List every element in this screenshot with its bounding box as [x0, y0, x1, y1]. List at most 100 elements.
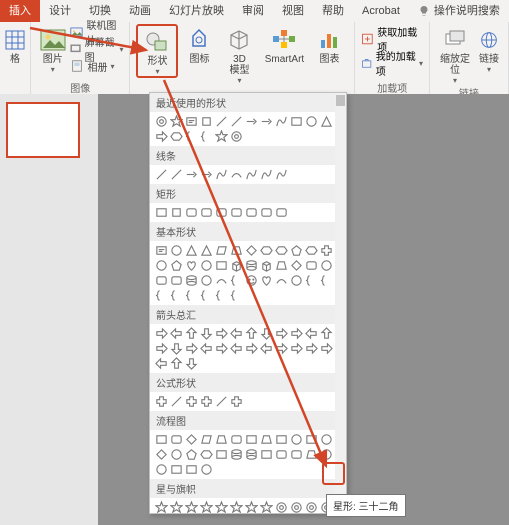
shape-sec-basic-33[interactable] [289, 273, 304, 288]
shape-sec-arrows-11[interactable] [319, 326, 334, 341]
icons-button[interactable]: 图标 [180, 24, 218, 65]
tab-design[interactable]: 设计 [40, 0, 80, 22]
shape-sec-basic-2[interactable] [184, 243, 199, 258]
tab-help[interactable]: 帮助 [313, 0, 353, 22]
table-button-partial[interactable]: 格 [0, 24, 34, 65]
link-button[interactable]: 链接 ▾ [476, 24, 502, 74]
shape-sec-eq-5[interactable] [229, 394, 244, 409]
shape-sec-flow-24[interactable] [154, 462, 169, 477]
shape-sec-flow-3[interactable] [199, 432, 214, 447]
shape-sec-basic-24[interactable] [154, 273, 169, 288]
shape-sec-arrows-8[interactable] [274, 326, 289, 341]
shape-sec-stars-3[interactable] [199, 500, 214, 514]
shape-sec-basic-30[interactable] [244, 273, 259, 288]
my-addins[interactable]: 我的加载项 ▾ [361, 54, 423, 72]
shape-sec-recent-5[interactable] [229, 114, 244, 129]
shape-sec-arrows-16[interactable] [214, 341, 229, 356]
3d-models-button[interactable]: 3D 模型 ▾ [220, 24, 258, 85]
shape-sec-lines-5[interactable] [229, 167, 244, 182]
shape-sec-basic-27[interactable] [199, 273, 214, 288]
shape-sec-stars-6[interactable] [244, 500, 259, 514]
shape-sec-recent-3[interactable] [199, 114, 214, 129]
shape-sec-arrows-12[interactable] [154, 341, 169, 356]
shape-sec-basic-28[interactable] [214, 273, 229, 288]
shape-sec-flow-11[interactable] [319, 432, 334, 447]
shape-sec-stars-4[interactable] [214, 500, 229, 514]
shape-sec-flow-23[interactable] [319, 447, 334, 462]
shape-sec-flow-15[interactable] [199, 447, 214, 462]
shape-sec-recent-16[interactable] [214, 129, 229, 144]
shape-sec-basic-32[interactable] [274, 273, 289, 288]
shape-sec-arrows-3[interactable] [199, 326, 214, 341]
shape-sec-eq-3[interactable] [199, 394, 214, 409]
shape-sec-recent-13[interactable] [169, 129, 184, 144]
pictures-button[interactable]: 图片 ▾ [37, 24, 68, 74]
dropdown-scrollbar[interactable] [335, 93, 346, 513]
shape-sec-recent-14[interactable] [184, 129, 199, 144]
shape-sec-recent-0[interactable] [154, 114, 169, 129]
shapes-button[interactable]: 形状 ▾ [136, 24, 178, 78]
tell-me[interactable]: 操作说明搜索 [409, 0, 509, 22]
shape-sec-rects-4[interactable] [214, 205, 229, 220]
shape-sec-basic-34[interactable] [304, 273, 319, 288]
shape-sec-flow-14[interactable] [184, 447, 199, 462]
shape-sec-basic-5[interactable] [229, 243, 244, 258]
shape-sec-stars-0[interactable] [154, 500, 169, 514]
slide-thumbnail-1[interactable] [6, 102, 80, 158]
photo-album[interactable]: 相册▾ [70, 58, 123, 74]
shape-sec-basic-6[interactable] [244, 243, 259, 258]
shape-sec-basic-41[interactable] [229, 288, 244, 303]
shape-sec-recent-7[interactable] [259, 114, 274, 129]
shape-sec-basic-4[interactable] [214, 243, 229, 258]
shape-sec-rects-1[interactable] [169, 205, 184, 220]
shape-sec-arrows-10[interactable] [304, 326, 319, 341]
shape-sec-eq-0[interactable] [154, 394, 169, 409]
shape-sec-basic-0[interactable] [154, 243, 169, 258]
shape-sec-arrows-1[interactable] [169, 326, 184, 341]
shape-sec-lines-8[interactable] [274, 167, 289, 182]
shape-sec-flow-10[interactable] [304, 432, 319, 447]
shape-sec-flow-4[interactable] [214, 432, 229, 447]
shape-sec-basic-21[interactable] [289, 258, 304, 273]
shape-sec-basic-10[interactable] [304, 243, 319, 258]
shape-sec-flow-2[interactable] [184, 432, 199, 447]
get-addins[interactable]: 获取加载项 [361, 30, 423, 48]
shape-sec-basic-3[interactable] [199, 243, 214, 258]
shape-sec-basic-37[interactable] [169, 288, 184, 303]
smartart-button[interactable]: SmartArt [260, 24, 308, 65]
shape-sec-flow-22[interactable] [304, 447, 319, 462]
shape-sec-recent-15[interactable] [199, 129, 214, 144]
shape-sec-recent-2[interactable] [184, 114, 199, 129]
shape-sec-eq-1[interactable] [169, 394, 184, 409]
shape-sec-stars-10[interactable] [304, 500, 319, 514]
shape-sec-arrows-5[interactable] [229, 326, 244, 341]
shape-sec-basic-9[interactable] [289, 243, 304, 258]
chart-button[interactable]: 图表 [310, 24, 348, 65]
shape-sec-lines-1[interactable] [169, 167, 184, 182]
shape-sec-basic-12[interactable] [154, 258, 169, 273]
shape-sec-basic-13[interactable] [169, 258, 184, 273]
shape-sec-flow-25[interactable] [169, 462, 184, 477]
shape-sec-flow-26[interactable] [184, 462, 199, 477]
shape-sec-recent-8[interactable] [274, 114, 289, 129]
tab-slideshow[interactable]: 幻灯片放映 [160, 0, 233, 22]
shape-sec-arrows-14[interactable] [184, 341, 199, 356]
shape-sec-basic-26[interactable] [184, 273, 199, 288]
shape-sec-stars-9[interactable] [289, 500, 304, 514]
tab-animations[interactable]: 动画 [120, 0, 160, 22]
tab-review[interactable]: 审阅 [233, 0, 273, 22]
shape-sec-arrows-9[interactable] [289, 326, 304, 341]
shape-sec-basic-7[interactable] [259, 243, 274, 258]
screenshot[interactable]: 屏幕截图▾ [70, 41, 123, 57]
shape-sec-stars-7[interactable] [259, 500, 274, 514]
shape-sec-arrows-0[interactable] [154, 326, 169, 341]
shape-sec-stars-2[interactable] [184, 500, 199, 514]
shape-sec-lines-4[interactable] [214, 167, 229, 182]
shape-sec-recent-10[interactable] [304, 114, 319, 129]
shape-sec-lines-2[interactable] [184, 167, 199, 182]
shape-sec-stars-8[interactable] [274, 500, 289, 514]
shape-sec-arrows-19[interactable] [259, 341, 274, 356]
shape-sec-flow-13[interactable] [169, 447, 184, 462]
shape-sec-rects-0[interactable] [154, 205, 169, 220]
shape-sec-eq-2[interactable] [184, 394, 199, 409]
